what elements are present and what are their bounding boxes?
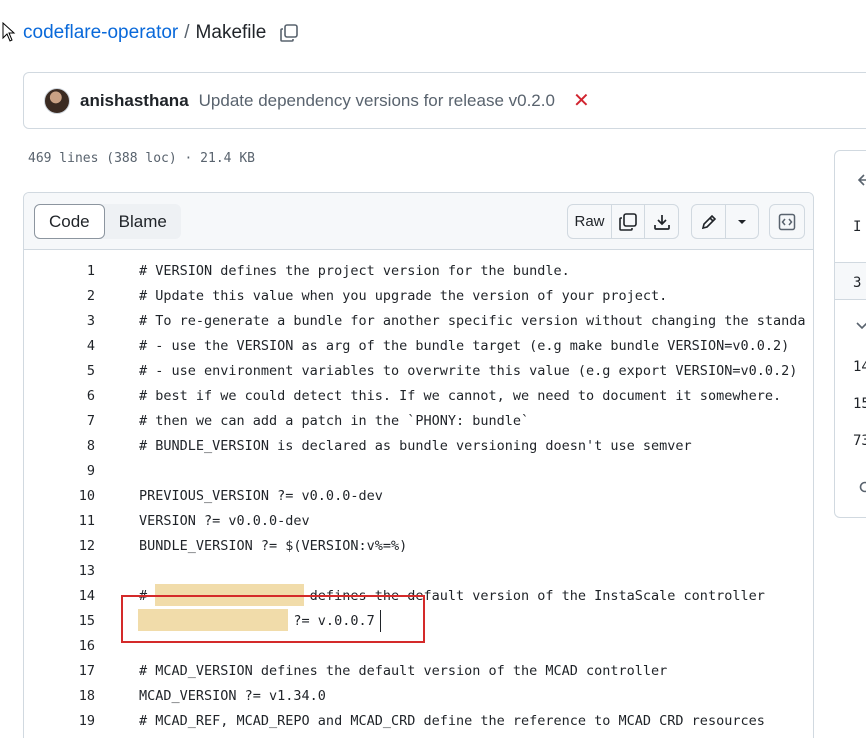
code-line: 6 # best if we could detect this. If we c… <box>24 384 813 409</box>
symbols-side-panel: I 3 14 15 73 <box>834 150 866 518</box>
code-line: 17 # MCAD_VERSION defines the default ver… <box>24 659 813 684</box>
line-number[interactable]: 4 <box>24 334 95 359</box>
chevron-down-icon[interactable] <box>855 321 866 331</box>
line-content: # - use the VERSION as arg of the bundle… <box>139 338 790 354</box>
code-viewer: Code Blame Raw 1 # VERSION defines the p… <box>23 192 814 738</box>
code-lines: 1 # VERSION defines the project version f… <box>24 250 813 734</box>
side-panel-number[interactable]: 15 <box>853 396 866 412</box>
edit-actions-group <box>691 204 759 239</box>
code-line: 18 MCAD_VERSION ?= v1.34.0 <box>24 684 813 709</box>
x-icon[interactable]: ✕ <box>573 91 590 111</box>
line-number[interactable]: 1 <box>24 259 95 284</box>
line-content: MCAD_VERSION ?= v1.34.0 <box>139 688 326 704</box>
line-number[interactable]: 15 <box>24 609 95 634</box>
line-content: # then we can add a patch in the `PHONY:… <box>139 413 530 429</box>
raw-actions-group: Raw <box>567 204 679 239</box>
line-content: PREVIOUS_VERSION ?= v0.0.0-dev <box>139 488 383 504</box>
line-number[interactable]: 17 <box>24 659 95 684</box>
code-toolbar: Code Blame Raw <box>24 193 813 250</box>
line-content: # BUNDLE_VERSION is declared as bundle v… <box>139 438 692 454</box>
code-line: 8 # BUNDLE_VERSION is declared as bundle … <box>24 434 813 459</box>
line-number[interactable]: 12 <box>24 534 95 559</box>
code-line: 12 BUNDLE_VERSION ?= $(VERSION:v%=%) <box>24 534 813 559</box>
line-content: # MCAD_REF, MCAD_REPO and MCAD_CRD defin… <box>139 713 765 729</box>
file-meta: 469 lines (388 loc) · 21.4 KB <box>28 151 255 166</box>
code-line: 19 # MCAD_REF, MCAD_REPO and MCAD_CRD def… <box>24 709 813 734</box>
line-content: # VERSION defines the project version fo… <box>139 263 570 279</box>
side-panel-number[interactable]: 14 <box>853 359 866 375</box>
line-content: BUNDLE_VERSION ?= $(VERSION:v%=%) <box>139 538 408 554</box>
line-content: # best if we could detect this. If we ca… <box>139 388 782 404</box>
line-number[interactable]: 3 <box>24 309 95 334</box>
mouse-cursor-icon <box>2 22 16 42</box>
file-name: Makefile <box>195 22 267 43</box>
line-number[interactable]: 19 <box>24 709 95 734</box>
code-line: 5 # - use environment variables to overwr… <box>24 359 813 384</box>
line-number[interactable]: 14 <box>24 584 95 609</box>
chevron-down-icon[interactable] <box>726 205 758 238</box>
code-line: 11 VERSION ?= v0.0.0-dev <box>24 509 813 534</box>
code-line: 1 # VERSION defines the project version f… <box>24 259 813 284</box>
copy-path-icon[interactable] <box>278 22 300 44</box>
line-content: VERSION ?= v0.0.0-dev <box>139 513 310 529</box>
code-line: 3 # To re-generate a bundle for another s… <box>24 309 813 334</box>
latest-commit-box: anishasthana Update dependency versions … <box>23 72 866 129</box>
breadcrumb: codeflare-operator / Makefile <box>23 20 300 46</box>
code-line: 4 # - use the VERSION as arg of the bundl… <box>24 334 813 359</box>
line-number[interactable]: 6 <box>24 384 95 409</box>
side-panel-number[interactable]: 73 <box>853 433 866 449</box>
line-content: # - use environment variables to overwri… <box>139 363 798 379</box>
line-number[interactable]: 8 <box>24 434 95 459</box>
repo-link[interactable]: codeflare-operator <box>23 22 178 44</box>
line-number[interactable]: 18 <box>24 684 95 709</box>
line-number[interactable]: 11 <box>24 509 95 534</box>
breadcrumb-separator: / <box>184 22 190 43</box>
tab-blame[interactable]: Blame <box>105 204 181 239</box>
commit-author[interactable]: anishasthana <box>80 91 189 111</box>
avatar[interactable] <box>44 87 70 114</box>
line-content: # Update this value when you upgrade the… <box>139 288 668 304</box>
code-line: 10 PREVIOUS_VERSION ?= v0.0.0-dev <box>24 484 813 509</box>
side-panel-label: I <box>853 219 862 235</box>
code-line: 2 # Update this value when you upgrade th… <box>24 284 813 309</box>
line-number[interactable]: 7 <box>24 409 95 434</box>
side-panel-number: 3 <box>853 275 862 291</box>
line-number[interactable]: 9 <box>24 459 95 484</box>
tab-code[interactable]: Code <box>34 204 105 239</box>
pencil-icon[interactable] <box>692 205 726 238</box>
commit-message[interactable]: Update dependency versions for release v… <box>199 91 555 111</box>
line-content: # To re-generate a bundle for another sp… <box>139 313 806 329</box>
symbols-panel-icon[interactable] <box>769 204 805 239</box>
code-line: 9 <box>24 459 813 484</box>
code-line: 13 <box>24 559 813 584</box>
raw-button[interactable]: Raw <box>568 205 612 238</box>
code-line: 7 # then we can add a patch in the `PHONY… <box>24 409 813 434</box>
download-icon[interactable] <box>645 205 678 238</box>
view-toggle: Code Blame <box>34 204 181 239</box>
search-icon[interactable] <box>857 481 866 495</box>
line-number[interactable]: 10 <box>24 484 95 509</box>
line-number[interactable]: 5 <box>24 359 95 384</box>
line-number[interactable]: 16 <box>24 634 95 659</box>
line-number[interactable]: 13 <box>24 559 95 584</box>
arrow-left-icon[interactable] <box>857 173 866 187</box>
text-caret <box>380 610 381 632</box>
copy-icon[interactable] <box>612 205 645 238</box>
line-number[interactable]: 2 <box>24 284 95 309</box>
line-content: # MCAD_VERSION defines the default versi… <box>139 663 668 679</box>
